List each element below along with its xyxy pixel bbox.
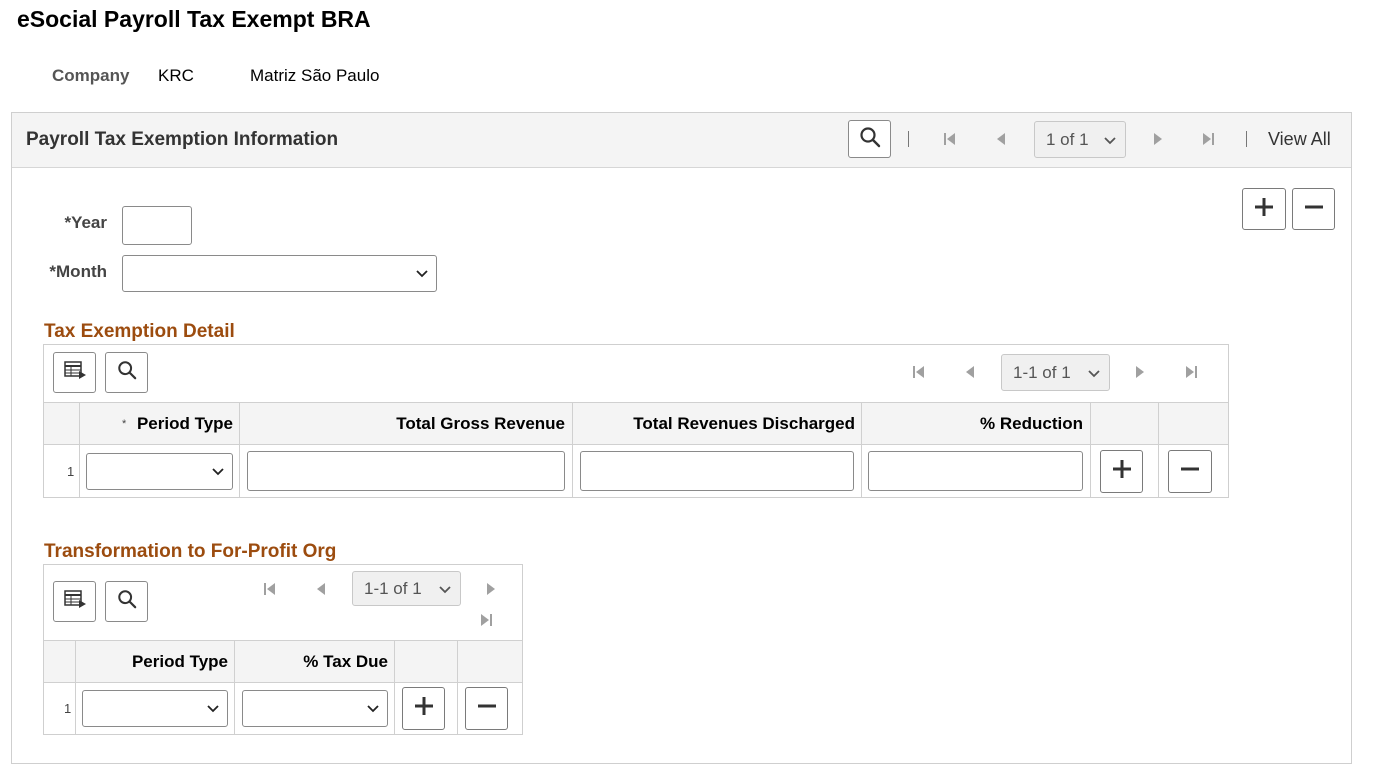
column-divider (79, 402, 80, 497)
chevron-down-icon (1088, 363, 1100, 383)
search-icon (117, 589, 137, 614)
last-page-icon[interactable] (1181, 362, 1201, 382)
column-divider (1090, 402, 1091, 497)
column-divider (234, 640, 235, 734)
panel-page-select[interactable]: 1 of 1 (1034, 121, 1126, 158)
chevron-down-icon (207, 700, 219, 718)
grid-search-button[interactable] (105, 352, 148, 393)
column-header-period-type[interactable]: Period Type (90, 652, 228, 672)
delete-detail-row-button[interactable] (1168, 450, 1212, 493)
column-divider (1158, 402, 1159, 497)
column-divider (572, 402, 573, 497)
column-header-period-type[interactable]: Period Type (120, 414, 233, 434)
grid-settings-icon (63, 588, 87, 615)
add-detail-row-button[interactable] (1100, 450, 1143, 493)
month-select[interactable] (122, 255, 437, 292)
first-page-icon[interactable] (909, 362, 929, 382)
period-type-select[interactable] (82, 690, 228, 727)
minus-icon (1304, 197, 1324, 222)
toolbar-separator (908, 131, 909, 147)
column-header-pct-reduction[interactable]: % Reduction (870, 414, 1083, 434)
month-label: *Month (30, 262, 107, 282)
year-label: *Year (40, 213, 107, 233)
row-number: 1 (67, 464, 74, 479)
add-row-button[interactable] (1242, 188, 1286, 230)
previous-page-icon[interactable] (311, 579, 331, 599)
period-type-select[interactable] (86, 453, 233, 490)
chevron-down-icon (416, 265, 428, 283)
search-icon (117, 360, 137, 385)
previous-page-icon[interactable] (991, 128, 1011, 150)
delete-row-button[interactable] (1292, 188, 1335, 230)
column-divider (394, 640, 395, 734)
year-input[interactable] (122, 206, 192, 245)
previous-page-icon[interactable] (960, 362, 980, 382)
chevron-down-icon (212, 463, 224, 481)
personalize-grid-button[interactable] (53, 581, 96, 622)
column-header-total-revenues-discharged[interactable]: Total Revenues Discharged (580, 414, 855, 434)
tax-exemption-detail-title: Tax Exemption Detail (44, 321, 235, 343)
pct-reduction-input[interactable] (868, 451, 1083, 491)
chevron-down-icon (367, 700, 379, 718)
total-gross-revenue-input[interactable] (247, 451, 565, 491)
delete-transformation-row-button[interactable] (465, 687, 508, 730)
chevron-down-icon (1104, 130, 1116, 150)
personalize-grid-button[interactable] (53, 352, 96, 393)
transformation-title: Transformation to For-Profit Org (44, 541, 336, 563)
row-number: 1 (64, 701, 71, 716)
company-description: Matriz São Paulo (250, 66, 379, 86)
last-page-icon[interactable] (1198, 128, 1218, 150)
first-page-icon[interactable] (940, 128, 960, 150)
toolbar-separator (1246, 131, 1247, 147)
company-label: Company (52, 66, 129, 86)
view-all-link[interactable]: View All (1268, 129, 1331, 150)
total-revenues-discharged-input[interactable] (580, 451, 854, 491)
pct-tax-due-select[interactable] (242, 690, 388, 727)
panel-page-text: 1 of 1 (1046, 130, 1089, 150)
plus-icon (414, 696, 434, 721)
column-header-pct-tax-due[interactable]: % Tax Due (245, 652, 388, 672)
next-page-icon[interactable] (1130, 362, 1150, 382)
plus-icon (1112, 459, 1132, 484)
add-transformation-row-button[interactable] (402, 687, 445, 730)
column-divider (457, 640, 458, 734)
column-divider (75, 640, 76, 734)
minus-icon (1180, 459, 1200, 484)
next-page-icon[interactable] (1148, 128, 1168, 150)
search-icon (859, 126, 881, 153)
column-header-total-gross-revenue[interactable]: Total Gross Revenue (300, 414, 565, 434)
plus-icon (1254, 197, 1274, 222)
page-title: eSocial Payroll Tax Exempt BRA (17, 6, 371, 33)
grid-search-button[interactable] (105, 581, 148, 622)
column-divider (861, 402, 862, 497)
transformation-page-select[interactable]: 1-1 of 1 (352, 571, 461, 606)
minus-icon (477, 696, 497, 721)
first-page-icon[interactable] (260, 579, 280, 599)
last-page-icon[interactable] (476, 610, 496, 630)
company-value: KRC (158, 66, 194, 86)
transformation-page-text: 1-1 of 1 (364, 579, 422, 599)
chevron-down-icon (439, 579, 451, 599)
grid-settings-icon (63, 359, 87, 386)
panel-title: Payroll Tax Exemption Information (26, 129, 338, 151)
panel-search-button[interactable] (848, 120, 891, 158)
column-divider (239, 402, 240, 497)
next-page-icon[interactable] (481, 579, 501, 599)
detail-page-select[interactable]: 1-1 of 1 (1001, 354, 1110, 391)
detail-page-text: 1-1 of 1 (1013, 363, 1071, 383)
